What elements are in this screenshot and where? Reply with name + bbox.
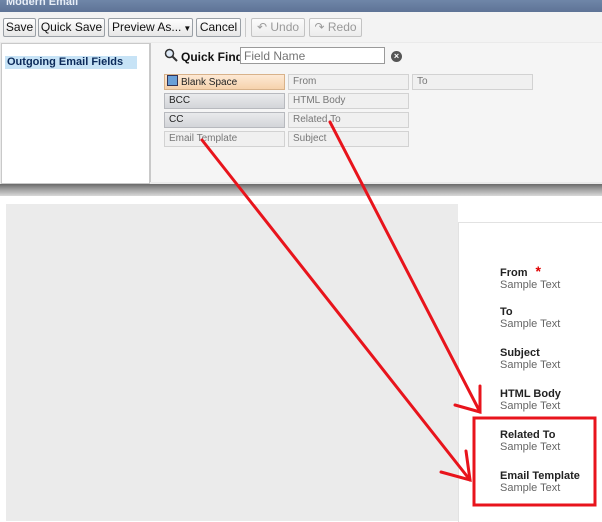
preview-as-button[interactable]: Preview As... ▼ [108,18,193,37]
quick-find-label: Quick Find [181,50,244,64]
field-bcc[interactable]: BCC [164,93,285,109]
layout-field-label: To [500,306,513,318]
redo-button[interactable]: ↷ Redo [309,18,362,37]
quick-find-input[interactable] [240,47,385,64]
clear-search-icon[interactable]: × [391,51,402,62]
blank-space-icon [167,75,178,86]
required-marker: * [535,263,541,279]
field-to[interactable]: To [412,74,533,90]
layout-field-value: Sample Text [500,482,561,494]
field-cc[interactable]: CC [164,112,285,128]
palette-category-list: Outgoing Email Fields [1,43,150,184]
undo-button[interactable]: ↶ Undo [251,18,305,37]
undo-label: Undo [270,20,300,34]
layout-field-value: Sample Text [500,359,561,371]
field-related-to[interactable]: Related To [288,112,409,128]
cancel-button[interactable]: Cancel [196,18,241,37]
layout-field-value: Sample Text [500,400,561,412]
field-palette: Outgoing Email Fields Quick Find × Blank… [0,42,602,184]
palette-field-pane: Quick Find × Blank Space From To BCC HTM… [150,43,602,182]
field-label: Blank Space [181,77,238,88]
layout-field-value: Sample Text [500,318,561,330]
field-email-template[interactable]: Email Template [164,131,285,147]
toolbar-separator [245,18,246,37]
search-icon [164,48,178,62]
layout-field-value: Sample Text [500,279,561,291]
layout-field-related-to[interactable]: Related To Sample Text [500,429,560,453]
redo-icon: ↷ [314,20,325,34]
window-title-bar: Modern Email [0,0,602,12]
layout-field-html-body[interactable]: HTML Body Sample Text [500,388,561,412]
layout-field-to[interactable]: To Sample Text [500,306,560,330]
toolbar: Save Quick Save Preview As... ▼ Cancel ↶ … [0,12,602,43]
canvas-background [6,204,458,521]
undo-icon: ↶ [256,20,268,34]
layout-field-value: Sample Text [500,441,561,453]
layout-field-label: Subject [500,347,540,359]
quick-save-button[interactable]: Quick Save [38,18,105,37]
field-from[interactable]: From [288,74,409,90]
category-item-outgoing-email-fields[interactable]: Outgoing Email Fields [5,56,137,69]
window-title: Modern Email [6,0,79,8]
layout-field-subject[interactable]: Subject Sample Text [500,347,560,371]
field-subject[interactable]: Subject [288,131,409,147]
save-button[interactable]: Save [3,18,36,37]
panel-resize-handle[interactable] [0,184,602,196]
layout-field-label: Related To [500,429,556,441]
chevron-down-icon: ▼ [183,24,192,33]
layout-field-from[interactable]: From * Sample Text [500,263,561,291]
layout-field-label: HTML Body [500,388,561,400]
layout-field-label: From * [500,263,541,279]
field-html-body[interactable]: HTML Body [288,93,409,109]
layout-field-email-template[interactable]: Email Template Sample Text [500,470,580,494]
redo-label: Redo [327,20,357,34]
layout-field-label: Email Template [500,470,580,482]
preview-as-label: Preview As... [112,20,182,34]
field-blank-space[interactable]: Blank Space [164,74,285,90]
